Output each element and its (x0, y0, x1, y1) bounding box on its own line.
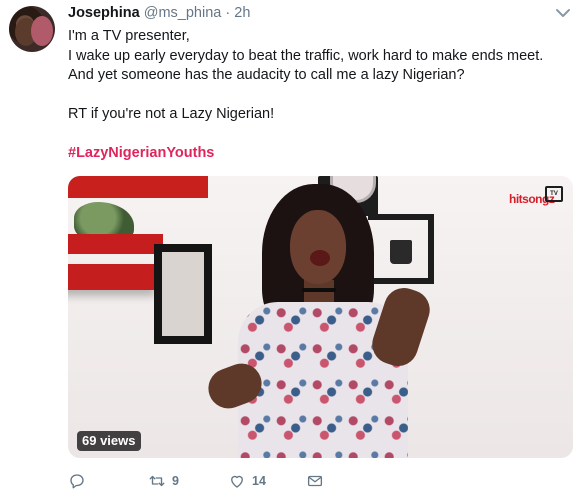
tweet-text: I'm a TV presenter, I wake up early ever… (68, 27, 573, 164)
like-button[interactable]: 14 (228, 470, 266, 492)
video-frame-shelf (68, 234, 163, 254)
retweet-button[interactable]: 9 (148, 470, 179, 492)
retweet-count: 9 (172, 474, 179, 488)
tweet-line: RT if you're not a Lazy Nigerian! (68, 106, 275, 122)
tweet[interactable]: Josephina @ms_phina · 2h I'm a TV presen… (0, 0, 583, 501)
avatar[interactable] (9, 6, 55, 52)
tweet-actions: 9 14 (68, 470, 573, 492)
views-badge: 69 views (77, 431, 141, 451)
watermark-logo: hitsongz TV (509, 186, 563, 212)
dm-button[interactable] (306, 470, 324, 492)
envelope-icon (307, 475, 323, 487)
timestamp[interactable]: 2h (234, 5, 250, 21)
tweet-line (68, 125, 573, 145)
tweet-line: I wake up early everyday to beat the tra… (68, 47, 544, 64)
tweet-line: I'm a TV presenter, (68, 28, 190, 44)
retweet-icon (149, 475, 165, 487)
reply-button[interactable] (68, 470, 92, 492)
tweet-line (68, 86, 573, 106)
watermark-tv: TV (545, 186, 563, 202)
author-name[interactable]: Josephina (68, 5, 140, 21)
author-handle[interactable]: @ms_phina (144, 5, 222, 21)
heart-icon (231, 475, 243, 488)
video-frame-picture (154, 244, 212, 344)
tweet-header: Josephina @ms_phina · 2h (68, 5, 250, 21)
video-frame-shelf (68, 176, 208, 198)
video-frame-shelf (68, 264, 155, 290)
video-player[interactable]: hitsongz TV 69 views (68, 176, 573, 458)
tweet-line: And yet someone has the audacity to call… (68, 67, 465, 83)
reply-icon (70, 474, 84, 489)
video-frame-person (202, 184, 435, 458)
like-count: 14 (252, 474, 266, 488)
separator-dot: · (225, 5, 231, 21)
hashtag-link[interactable]: #LazyNigerianYouths (68, 144, 573, 164)
chevron-down-icon[interactable] (555, 8, 571, 18)
